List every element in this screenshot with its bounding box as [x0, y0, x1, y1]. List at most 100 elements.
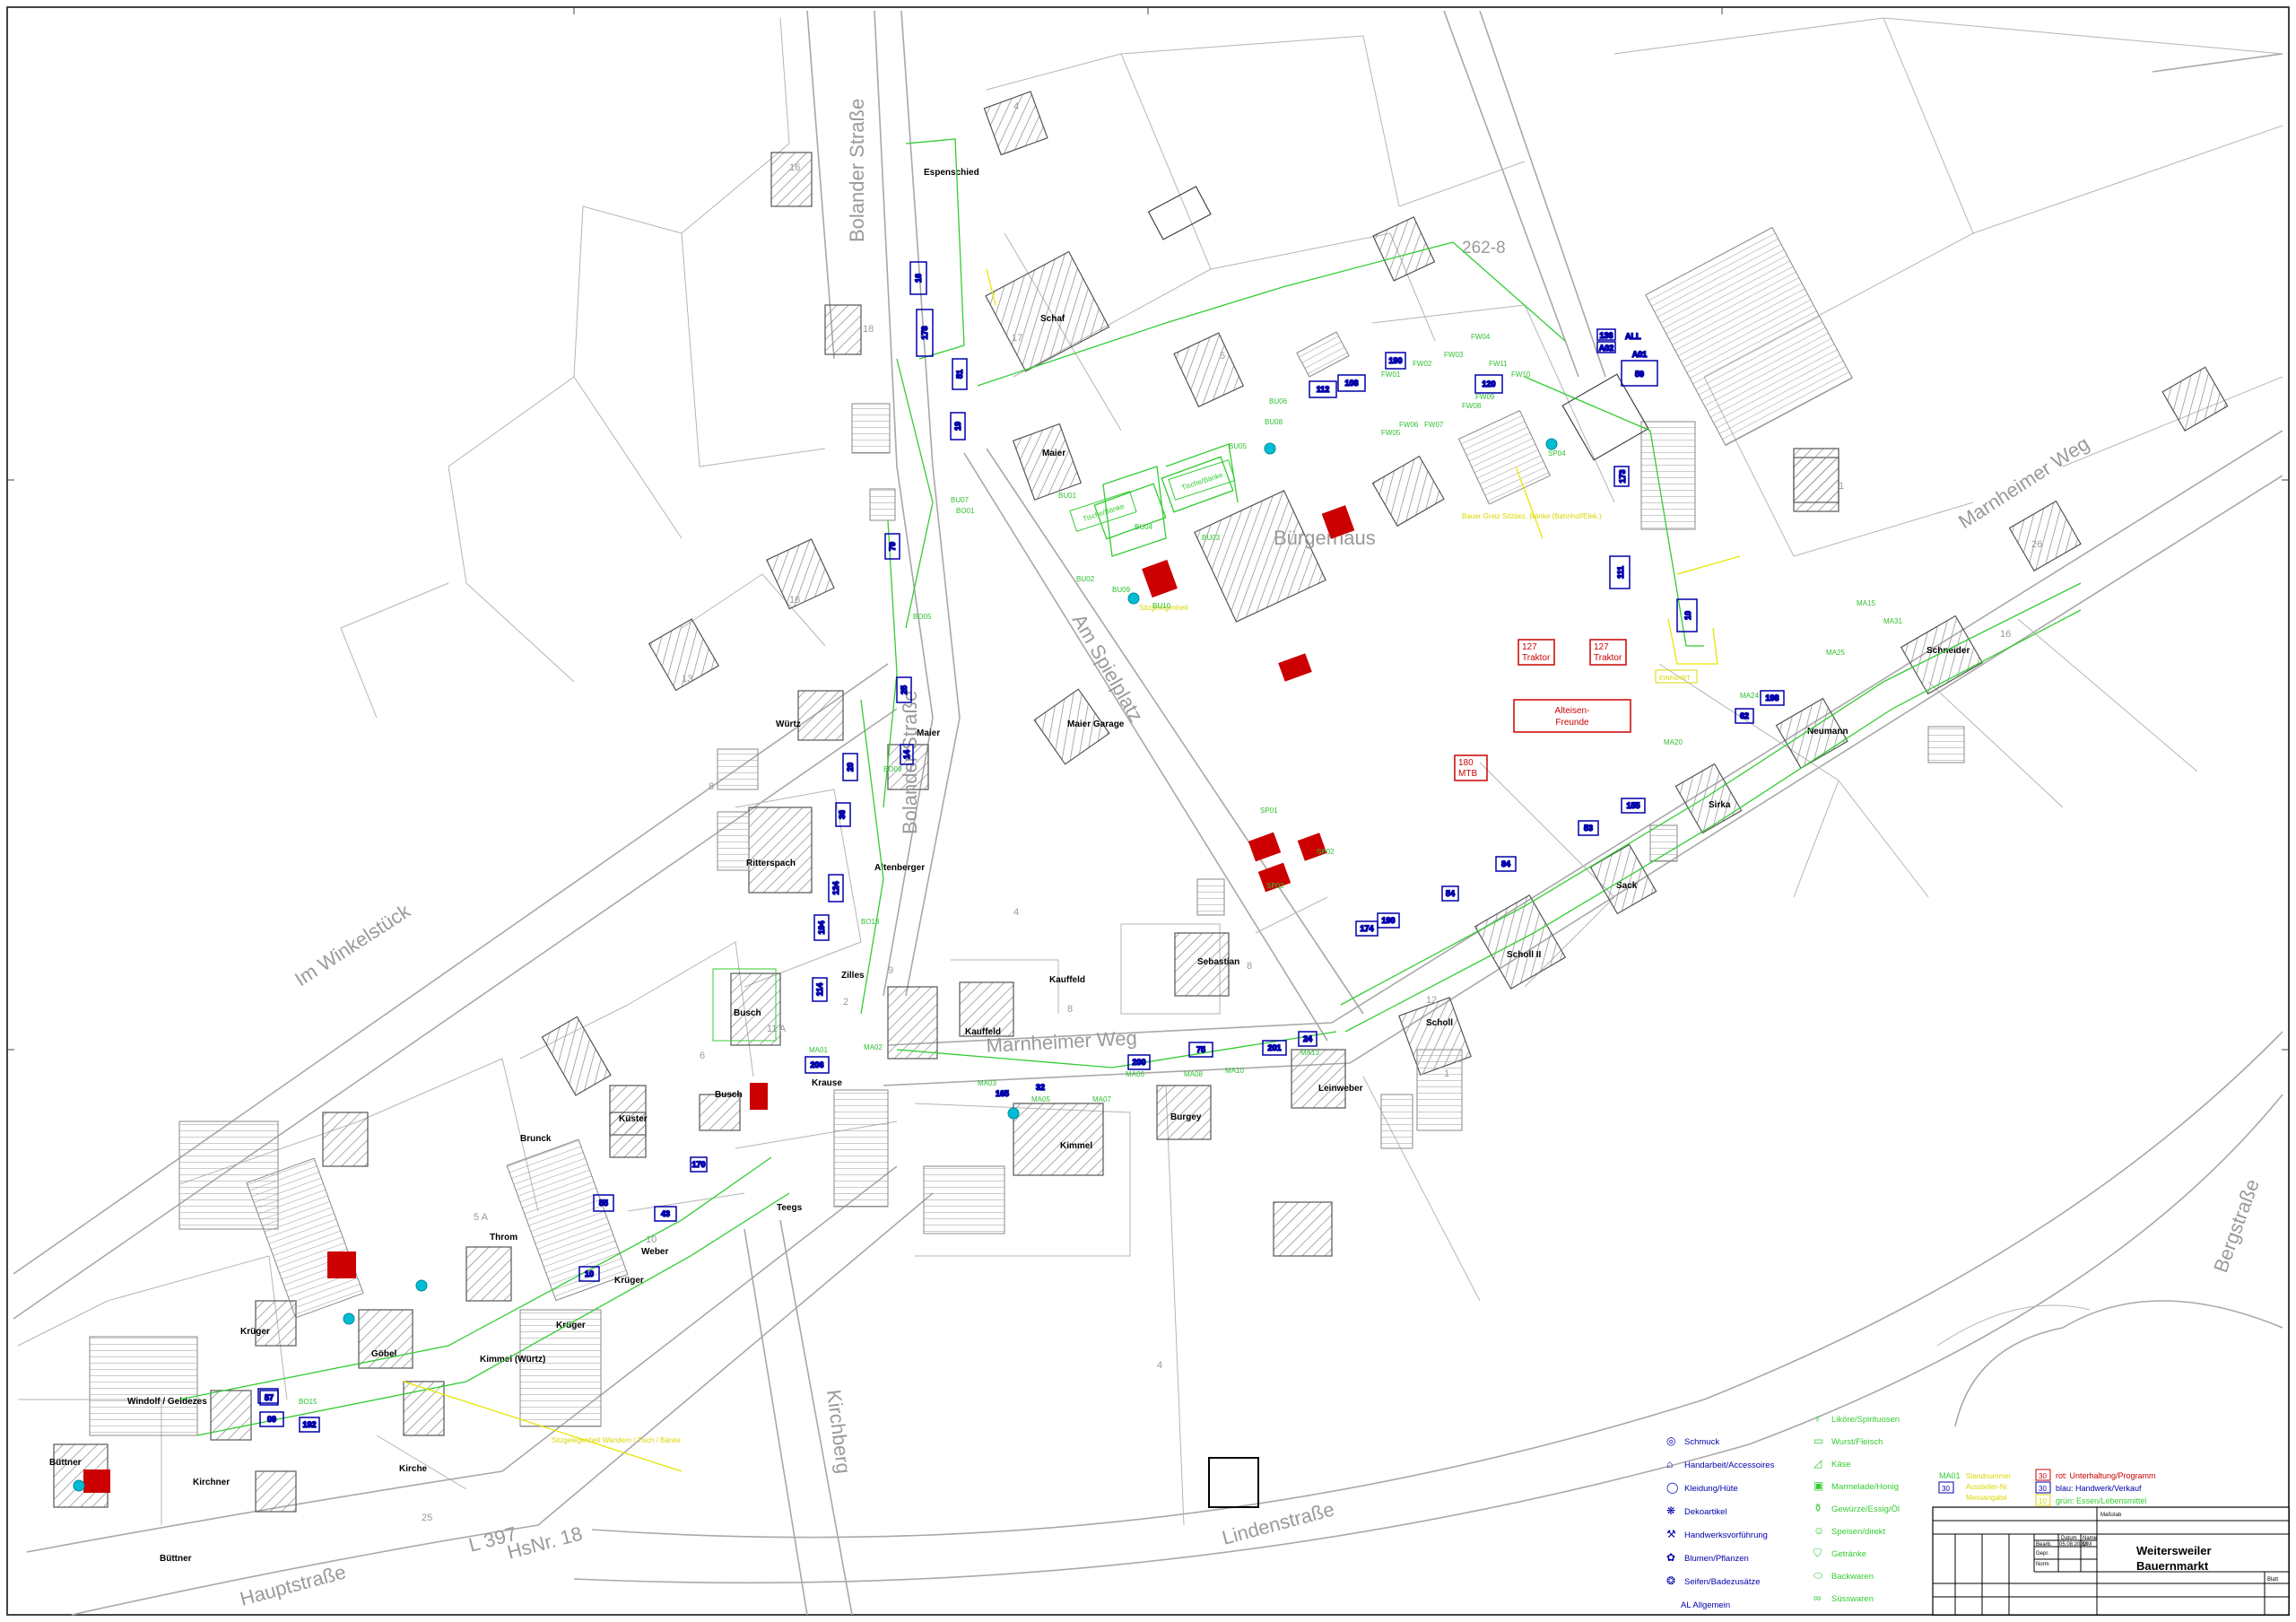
food-stall-code: SP01: [1260, 807, 1278, 815]
food-stall-code: BU04: [1135, 523, 1153, 531]
legend-key-text: grün: Essen/Lebensmittel: [2056, 1496, 2147, 1505]
stall-number: 43: [661, 1209, 670, 1218]
legend-label: Blumen/Pflanzen: [1684, 1554, 1749, 1564]
svg-text:⛉: ⛉: [1813, 1547, 1822, 1559]
legend-swatch-label: 30: [2039, 1472, 2047, 1480]
legend-label: Marmelade/Honig: [1831, 1482, 1899, 1492]
food-stall-code: FW05: [1381, 429, 1401, 437]
owner-label: Neumann: [1807, 727, 1848, 737]
food-stall-code: MA06: [1126, 1070, 1144, 1078]
owner-label: Brunck: [520, 1134, 552, 1144]
food-stall-code: BU08: [1265, 418, 1283, 426]
owner-label: Kauffeld: [965, 1027, 1001, 1037]
house-number: 4: [1013, 907, 1019, 918]
street-im-winkelstueck: Im Winkelstück: [291, 899, 415, 990]
legend-key-text: Messangabe: [1966, 1494, 2007, 1502]
house-number: 13: [682, 674, 692, 685]
owner-label: Kirche: [399, 1464, 428, 1474]
owner-label: Kirchner: [193, 1478, 230, 1487]
owner-label: Schaf: [1040, 314, 1065, 324]
svg-text:❂: ❂: [1666, 1574, 1675, 1587]
food-stall-code: FW04: [1471, 333, 1491, 341]
road-lines: [13, 10, 2283, 1616]
owner-label: Scholl: [1426, 1018, 1453, 1028]
stall-number: 190: [1388, 356, 1402, 365]
house-number: 16: [789, 595, 800, 606]
food-stall-code: SP04: [1548, 449, 1566, 458]
svg-text:⬭: ⬭: [1813, 1569, 1823, 1582]
title-block: Maßstab Datum Name Bearb. 05.08.2022 MM …: [1932, 1506, 2290, 1616]
stall-number: 174: [1360, 924, 1373, 933]
legend-label: Käse: [1831, 1460, 1851, 1469]
owner-label: Ritterspach: [746, 859, 796, 868]
owner-label: Schneider: [1926, 646, 1970, 656]
food-stall-code: MA03: [978, 1079, 996, 1087]
legend-key-text: Standnummer: [1966, 1472, 2012, 1480]
stall-number: 24: [1303, 1034, 1312, 1043]
program-label: 127: [1522, 642, 1537, 652]
svg-text:⌂: ⌂: [1666, 1458, 1673, 1470]
food-stall-code: FW06: [1399, 421, 1419, 429]
food-stall-code: BO05: [913, 613, 932, 621]
owner-label: Kimmel: [1060, 1141, 1092, 1151]
svg-text:▣: ▣: [1813, 1479, 1823, 1492]
stall-number: 201: [1267, 1043, 1281, 1052]
parcel-262-8: 262-8: [1462, 239, 1506, 257]
food-stall-code: MA05: [1031, 1095, 1050, 1103]
svg-text:☺: ☺: [1813, 1524, 1824, 1537]
owner-labels: Espenschied Schaf Maier Würtz Maier Maie…: [49, 168, 1970, 1564]
house-number: 5: [1220, 351, 1225, 362]
food-stall-code: BU09: [1112, 586, 1131, 594]
legend-label: Kleidung/Hüte: [1684, 1484, 1738, 1494]
stall-number: 32: [1036, 1083, 1045, 1092]
stall-number: 10: [585, 1269, 594, 1278]
outbuildings: [89, 226, 1965, 1436]
food-stall-code: FW02: [1413, 360, 1432, 368]
legend-label: Seifen/Badezusätze: [1684, 1577, 1761, 1587]
food-stall-code: BU05: [1229, 442, 1248, 450]
stall-number: 198: [1765, 693, 1779, 702]
house-number: 25: [422, 1513, 432, 1523]
titleblock-header: Maßstab: [2100, 1513, 2122, 1518]
stall-number: 09: [267, 1415, 276, 1424]
legend-key-text: Aussteller-Nr.: [1966, 1483, 2009, 1491]
stall-number: A02: [1599, 344, 1614, 353]
house-number: 4: [1013, 101, 1019, 112]
legend-label: Handarbeit/Accessoires: [1684, 1461, 1775, 1470]
legend-label: Speisen/direkt: [1831, 1527, 1886, 1537]
food-stall-code: BO13: [861, 918, 880, 926]
food-stall-code: MA24: [1740, 692, 1759, 700]
legend-label: Handwerksvorführung: [1684, 1530, 1768, 1540]
stall-number: 79: [888, 542, 897, 551]
owner-label: Göbel: [371, 1349, 397, 1359]
owner-label: Krüger: [240, 1327, 270, 1337]
stall-number: 62: [1740, 711, 1749, 720]
stall-number: 173: [1618, 469, 1627, 483]
legend-swatch-label: 30: [2039, 1485, 2047, 1493]
map-title-line1: Weitersweiler: [2136, 1544, 2212, 1557]
svg-text:⚒: ⚒: [1666, 1528, 1676, 1540]
legend-swatch-label: 10: [2039, 1497, 2047, 1505]
stall-number: 20: [846, 763, 855, 772]
stall-number: 57: [265, 1393, 274, 1402]
house-number: 11 A: [767, 1024, 787, 1034]
house-number: 2: [843, 997, 848, 1007]
food-stall-code: BU03: [1202, 534, 1221, 542]
food-stall-code: MA10: [1225, 1067, 1244, 1075]
titleblock-norm: Norm: [2036, 1562, 2049, 1567]
note-label: Bauer Greiz Sitzbez. Bänke (Bahnhof/Elek…: [1462, 512, 1602, 520]
legend-col-1: ◎ Schmuck ⌂ Handarbeit/Accessoires ◯ Kle…: [1666, 1435, 1775, 1610]
stall-number: 19: [953, 422, 962, 431]
svg-text:♁: ♁: [1813, 1412, 1822, 1425]
house-number: 17: [1012, 333, 1022, 344]
owner-label: Küster: [619, 1114, 648, 1124]
street-kirchberg: Kirchberg: [822, 1389, 855, 1476]
stall-number: 108: [1344, 379, 1358, 388]
program-label: Alteisen-: [1555, 706, 1590, 716]
stall-number: 75: [1196, 1045, 1205, 1054]
stall-number: 54: [1446, 889, 1455, 898]
program-label: MTB: [1458, 769, 1477, 779]
titleblock-bearb-name: MM: [2083, 1542, 2092, 1548]
owner-label: Throm: [490, 1233, 517, 1243]
owner-label: Windolf / Geldezes: [127, 1397, 207, 1407]
